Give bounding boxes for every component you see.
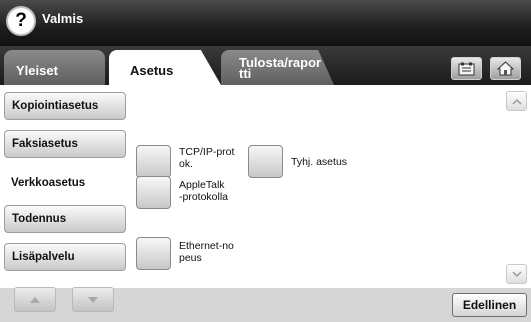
triangle-up-icon	[30, 296, 40, 303]
sidebar-item-verkkoasetus[interactable]: Verkkoasetus	[0, 167, 130, 199]
option-label: Tyhj. asetus	[291, 156, 348, 168]
home-icon	[497, 61, 514, 76]
sidebar-item-faksiasetus[interactable]: Faksiasetus	[4, 130, 126, 158]
question-mark-icon: ?	[15, 10, 27, 31]
option-ethernet-speed: Ethernet-no peus	[136, 237, 234, 270]
chevron-down-icon	[511, 270, 522, 277]
help-button[interactable]: ?	[6, 6, 36, 36]
sidebar-item-label: Kopiointiasetus	[12, 100, 99, 112]
option-label: Ethernet-no peus	[179, 240, 234, 264]
scroll-down-button[interactable]	[506, 264, 527, 284]
back-button-label: Edellinen	[462, 298, 517, 312]
tab-yleiset[interactable]: Yleiset	[4, 50, 105, 85]
printer-control-panel: ? Valmis Yleiset Asetus Tulosta/rapor tt…	[0, 0, 531, 322]
status-header: ? Valmis	[0, 0, 531, 46]
back-button[interactable]: Edellinen	[452, 293, 527, 317]
chevron-up-icon	[511, 98, 522, 105]
sidebar-item-kopiointiasetus[interactable]: Kopiointiasetus	[4, 92, 126, 120]
appletalk-button[interactable]	[136, 176, 171, 209]
option-tyhj-asetus: Tyhj. asetus	[248, 145, 347, 178]
sidebar-item-label: Faksiasetus	[12, 138, 78, 150]
tab-label: Tulosta/rapor tti	[239, 54, 322, 81]
tcp-ip-button[interactable]	[136, 145, 171, 178]
home-button[interactable]	[490, 57, 521, 80]
option-tcp-ip: TCP/IP-prot ok.	[136, 145, 234, 178]
tab-label: Asetus	[130, 63, 174, 78]
sidebar-item-label: Todennus	[12, 213, 67, 225]
tab-label: Yleiset	[16, 63, 58, 78]
address-book-button[interactable]	[451, 57, 482, 80]
sidebar-item-label: Verkkoasetus	[11, 177, 86, 189]
triangle-down-icon	[88, 296, 98, 303]
tab-asetus[interactable]: Asetus	[109, 50, 221, 85]
option-label: TCP/IP-prot ok.	[179, 146, 235, 170]
sidebar-scroll-up-button[interactable]	[14, 287, 56, 312]
sidebar-item-lisapalvelu[interactable]: Lisäpalvelu	[4, 243, 126, 271]
ethernet-speed-button[interactable]	[136, 237, 171, 270]
address-book-icon	[458, 62, 475, 75]
status-text: Valmis	[42, 11, 84, 26]
tab-tulosta-raportti[interactable]: Tulosta/rapor tti	[221, 50, 334, 85]
sidebar-item-label: Lisäpalvelu	[12, 251, 75, 263]
sidebar-scroll-down-button[interactable]	[72, 287, 114, 312]
scroll-up-button[interactable]	[506, 91, 527, 111]
option-appletalk: AppleTalk -protokolla	[136, 176, 228, 209]
option-label: AppleTalk -protokolla	[179, 179, 229, 203]
sidebar-item-todennus[interactable]: Todennus	[4, 205, 126, 233]
tyhj-asetus-button[interactable]	[248, 145, 283, 178]
